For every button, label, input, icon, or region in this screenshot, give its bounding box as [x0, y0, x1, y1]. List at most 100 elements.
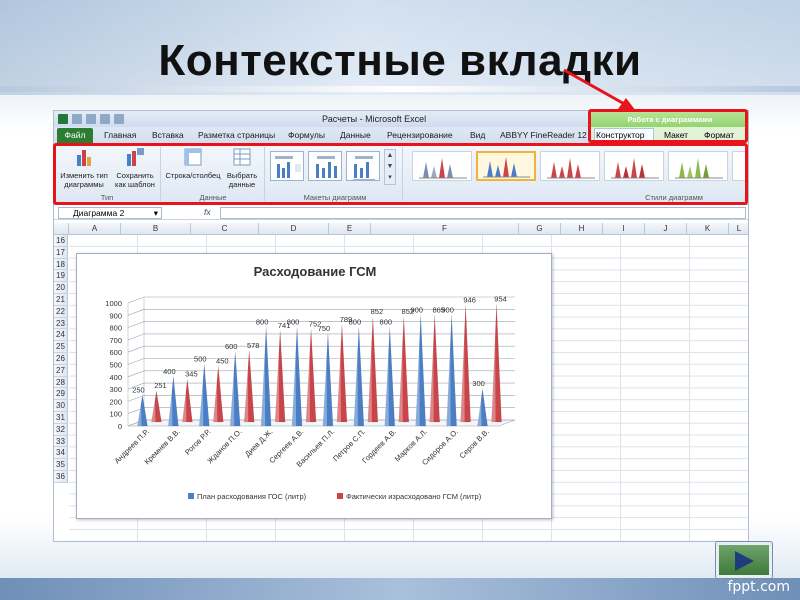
save-icon[interactable]	[72, 114, 82, 124]
tab-page-layout[interactable]: Разметка страницы	[198, 130, 275, 140]
tab-view[interactable]: Вид	[470, 130, 485, 140]
row-header[interactable]: 35	[54, 459, 68, 471]
y-tick-label: 0	[118, 422, 122, 431]
formula-input[interactable]	[220, 207, 746, 219]
column-header[interactable]: J	[645, 223, 687, 235]
y-tick-label: 800	[109, 324, 122, 333]
cone-highlight	[151, 397, 156, 422]
undo-icon[interactable]	[86, 114, 96, 124]
row-header[interactable]: 23	[54, 317, 68, 330]
row-header[interactable]: 20	[54, 282, 68, 294]
data-label: 800	[287, 318, 300, 327]
y-tick-label: 300	[109, 385, 122, 394]
data-label: 300	[472, 379, 485, 388]
column-header[interactable]: I	[603, 223, 645, 235]
column-header[interactable]: G	[519, 223, 561, 235]
chart-gridline	[127, 296, 515, 304]
chevron-down-icon[interactable]: ▾	[154, 208, 158, 219]
row-header[interactable]: 25	[54, 341, 68, 353]
row-header[interactable]: 32	[54, 423, 68, 436]
select-all-corner[interactable]	[54, 223, 69, 235]
row-header[interactable]: 34	[54, 447, 68, 460]
tab-home[interactable]: Главная	[104, 130, 136, 140]
column-header[interactable]: C	[191, 223, 259, 235]
tab-insert[interactable]: Вставка	[152, 130, 184, 140]
tab-data[interactable]: Данные	[340, 130, 371, 140]
play-triangle-icon	[735, 551, 754, 571]
slide-title: Контекстные вкладки	[158, 36, 642, 85]
row-header[interactable]: 26	[54, 353, 68, 365]
chart-object[interactable]: Расходование ГСМ 0 100 200 300 400 500 600 700 8…	[76, 253, 552, 519]
y-tick-label: 700	[109, 336, 122, 345]
chart-gridline	[127, 333, 515, 341]
cone-highlight	[446, 321, 451, 426]
watermark: fppt.com	[727, 579, 790, 595]
data-label: 500	[194, 355, 207, 364]
data-label: 450	[216, 357, 229, 366]
tab-file[interactable]: Файл	[57, 128, 93, 143]
row-header[interactable]: 28	[54, 376, 68, 389]
data-label: 400	[163, 367, 176, 376]
row-header[interactable]: 36	[54, 471, 68, 483]
row-header[interactable]: 27	[54, 364, 68, 377]
column-header[interactable]: K	[687, 223, 729, 235]
x-tick-label: Диев Д.Ж.	[243, 427, 275, 459]
y-tick-label: 200	[109, 397, 122, 406]
column-header[interactable]: L	[729, 223, 748, 235]
chart-gridline	[127, 382, 515, 390]
chart-gridline	[127, 308, 515, 316]
row-header[interactable]: 33	[54, 435, 68, 448]
cone-highlight	[275, 336, 280, 422]
row-header[interactable]: 29	[54, 388, 68, 401]
legend-label-actual: Фактически израсходовано ГСМ (литр)	[346, 492, 482, 501]
data-label: 250	[132, 385, 145, 394]
row-header[interactable]: 22	[54, 305, 68, 318]
row-header[interactable]: 18	[54, 258, 68, 271]
column-header[interactable]: E	[329, 223, 371, 235]
chart-gridline	[127, 358, 515, 365]
chart-svg: Расходование ГСМ 0 100 200 300 400 500 600 700 8…	[105, 264, 516, 501]
print-preview-icon[interactable]	[114, 114, 124, 124]
row-header[interactable]: 30	[54, 400, 68, 412]
row-header[interactable]: 17	[54, 246, 68, 259]
cone-highlight	[336, 330, 341, 422]
row-header[interactable]: 16	[54, 235, 68, 247]
tab-abbyy[interactable]: ABBYY FineReader 12	[500, 130, 587, 140]
cone-highlight	[244, 356, 249, 422]
quick-access-toolbar	[58, 113, 124, 125]
chart-x-axis: Андреев П.Р.Кремнев В.В. Рогов Р.Р.Жданов…	[113, 427, 491, 469]
cone-highlight	[353, 333, 358, 426]
window-title: Расчеты - Microsoft Excel	[322, 114, 427, 124]
insert-function-icon[interactable]: fx	[204, 207, 211, 217]
chart-title: Расходование ГСМ	[254, 264, 377, 279]
column-header[interactable]: A	[69, 223, 121, 235]
row-header[interactable]: 21	[54, 294, 68, 306]
excel-logo-icon	[58, 114, 68, 124]
cone-highlight	[384, 333, 389, 426]
data-label: 600	[225, 342, 238, 351]
y-tick-label: 400	[109, 373, 122, 382]
column-header[interactable]: D	[259, 223, 329, 235]
data-label: 750	[318, 324, 331, 333]
data-label: 800	[349, 318, 362, 327]
column-header[interactable]: F	[371, 223, 519, 235]
data-label: 800	[256, 318, 269, 327]
data-label: 900	[441, 305, 454, 314]
next-slide-button[interactable]	[716, 542, 772, 578]
row-header[interactable]: 19	[54, 270, 68, 283]
cone-highlight	[477, 395, 482, 426]
formula-bar: Диаграмма 2 ▾ fx	[54, 206, 748, 220]
row-header[interactable]: 31	[54, 412, 68, 424]
redo-icon[interactable]	[100, 114, 110, 124]
column-header[interactable]: H	[561, 223, 603, 235]
tab-review[interactable]: Рецензирование	[387, 130, 453, 140]
cone-highlight	[491, 310, 496, 422]
y-tick-label: 500	[109, 361, 122, 370]
row-header[interactable]: 24	[54, 329, 68, 342]
tab-formulas[interactable]: Формулы	[288, 130, 325, 140]
cone-highlight	[460, 311, 465, 422]
name-box[interactable]: Диаграмма 2 ▾	[58, 207, 162, 219]
chart-marks: 250 251400 345500 450600 578800 741800 7527507…	[132, 295, 507, 427]
column-header[interactable]: B	[121, 223, 191, 235]
data-label: 800	[380, 318, 393, 327]
